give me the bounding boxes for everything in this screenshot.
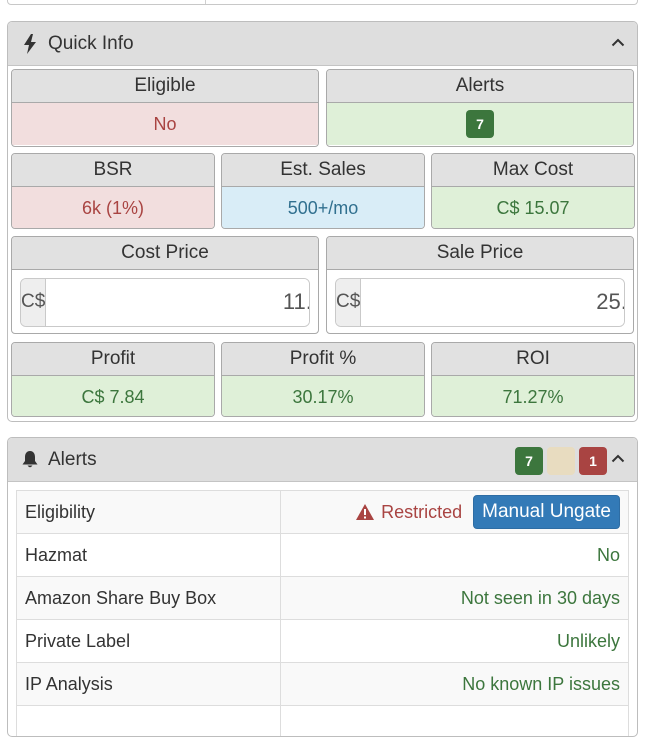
- quick-info-header[interactable]: Quick Info: [8, 22, 637, 66]
- alerts-row-value: Not seen in 30 days: [281, 577, 629, 620]
- alerts-row-value: [281, 706, 629, 737]
- eligible-box: Eligible No: [11, 69, 319, 147]
- restricted-status: Restricted: [355, 502, 462, 523]
- eligible-label: Eligible: [12, 70, 318, 103]
- alerts-row-value: Restricted Manual Ungate: [281, 491, 629, 534]
- sale-price-currency: C$: [336, 279, 361, 326]
- cost-price-currency: C$: [21, 279, 46, 326]
- alerts-row-label: Eligibility: [17, 491, 281, 534]
- cost-price-input[interactable]: [46, 279, 310, 326]
- est-sales-label: Est. Sales: [222, 154, 424, 187]
- max-cost-box: Max Cost C$ 15.07: [431, 153, 635, 229]
- alerts-label: Alerts: [327, 70, 633, 103]
- alerts-row-label: IP Analysis: [17, 663, 281, 706]
- profit-label: Profit: [12, 343, 214, 376]
- alerts-box: Alerts 7: [326, 69, 634, 147]
- previous-panel-remnant: [7, 0, 638, 5]
- alerts-header[interactable]: Alerts 7 1: [8, 438, 637, 482]
- profit-box: Profit C$ 7.84: [11, 342, 215, 417]
- bsr-label: BSR: [12, 154, 214, 187]
- roi-value: 71.27%: [432, 376, 634, 417]
- roi-box: ROI 71.27%: [431, 342, 635, 417]
- quick-info-title: Quick Info: [48, 33, 134, 55]
- alerts-row-label: Private Label: [17, 620, 281, 663]
- manual-ungate-button[interactable]: Manual Ungate: [473, 495, 620, 529]
- est-sales-value: 500+/mo: [222, 187, 424, 229]
- profit-pct-value: 30.17%: [222, 376, 424, 417]
- eligible-value: No: [12, 103, 318, 145]
- max-cost-value: C$ 15.07: [432, 187, 634, 229]
- sale-price-label: Sale Price: [327, 237, 633, 270]
- bsr-box: BSR 6k (1%): [11, 153, 215, 229]
- alerts-row-label: Amazon Share Buy Box: [17, 577, 281, 620]
- sale-price-box: Sale Price C$: [326, 236, 634, 334]
- alerts-row-value: No known IP issues: [281, 663, 629, 706]
- alerts-value: 7: [327, 103, 633, 145]
- sale-price-input-group: C$: [335, 278, 625, 327]
- alerts-row-ip-analysis: IP Analysis No known IP issues: [17, 663, 629, 706]
- alerts-red-badge: 1: [579, 447, 607, 475]
- restricted-text: Restricted: [381, 502, 462, 523]
- profit-pct-box: Profit % 30.17%: [221, 342, 425, 417]
- alerts-title: Alerts: [48, 449, 97, 471]
- quick-info-panel: Quick Info Eligible No Alerts 7 BSR 6k (…: [7, 21, 638, 422]
- bell-icon: [20, 450, 40, 470]
- alerts-row-hazmat: Hazmat No: [17, 534, 629, 577]
- alerts-row-label: Hazmat: [17, 534, 281, 577]
- alerts-row-partial: [17, 706, 629, 737]
- alerts-green-badge: 7: [515, 447, 543, 475]
- roi-label: ROI: [432, 343, 634, 376]
- warning-triangle-icon: [355, 503, 375, 521]
- alerts-row-value: Unlikely: [281, 620, 629, 663]
- cost-price-label: Cost Price: [12, 237, 318, 270]
- max-cost-label: Max Cost: [432, 154, 634, 187]
- cost-price-box: Cost Price C$: [11, 236, 319, 334]
- bsr-value: 6k (1%): [12, 187, 214, 229]
- sale-price-input[interactable]: [361, 279, 625, 326]
- alerts-row-eligibility: Eligibility Restricted Manual Ungate: [17, 491, 629, 534]
- est-sales-box: Est. Sales 500+/mo: [221, 153, 425, 229]
- profit-value: C$ 7.84: [12, 376, 214, 417]
- alerts-panel: Alerts 7 1 Eligibility Restricted Manual…: [7, 437, 638, 737]
- alerts-row-label: [17, 706, 281, 737]
- chevron-up-icon[interactable]: [609, 448, 627, 468]
- alerts-row-private-label: Private Label Unlikely: [17, 620, 629, 663]
- cost-price-input-group: C$: [20, 278, 310, 327]
- profit-pct-label: Profit %: [222, 343, 424, 376]
- alerts-count-badge: 7: [466, 110, 494, 138]
- alerts-row-value: No: [281, 534, 629, 577]
- bolt-icon: [20, 34, 40, 54]
- alerts-table: Eligibility Restricted Manual Ungate Haz…: [16, 490, 629, 737]
- previous-panel-divider: [205, 0, 206, 4]
- chevron-up-icon[interactable]: [609, 32, 627, 52]
- alerts-tan-badge: [547, 447, 575, 475]
- alerts-row-buybox: Amazon Share Buy Box Not seen in 30 days: [17, 577, 629, 620]
